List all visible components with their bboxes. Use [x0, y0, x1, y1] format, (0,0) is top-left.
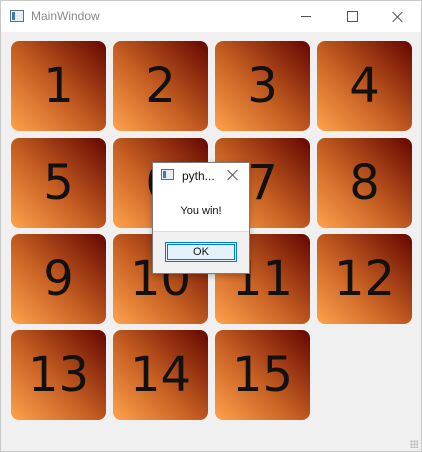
tile-4[interactable]: 4: [317, 41, 412, 131]
tile-2[interactable]: 2: [113, 41, 208, 131]
tile-1[interactable]: 1: [11, 41, 106, 131]
tile-9[interactable]: 9: [11, 234, 106, 324]
minimize-button[interactable]: [283, 1, 329, 32]
maximize-icon: [346, 11, 358, 22]
ok-button[interactable]: OK: [165, 242, 237, 262]
dialog-close-icon[interactable]: [227, 169, 239, 181]
tile-14[interactable]: 14: [113, 330, 208, 420]
minimize-icon: [301, 16, 311, 17]
dialog-body: You win!: [153, 189, 249, 231]
dialog-message: You win!: [180, 205, 222, 217]
dialog-title-bar: pyth...: [153, 163, 249, 189]
close-icon: [392, 11, 404, 23]
tile-15[interactable]: 15: [215, 330, 310, 420]
tile-8[interactable]: 8: [317, 138, 412, 228]
message-dialog: pyth... You win! OK: [152, 162, 250, 274]
maximize-button[interactable]: [329, 1, 375, 32]
tile-3[interactable]: 3: [215, 41, 310, 131]
dialog-footer: OK: [153, 231, 249, 273]
resize-grip-icon[interactable]: [410, 440, 418, 448]
window-title: MainWindow: [31, 9, 100, 23]
tile-5[interactable]: 5: [11, 138, 106, 228]
app-icon: [10, 10, 24, 22]
tile-13[interactable]: 13: [11, 330, 106, 420]
title-bar: MainWindow: [1, 1, 421, 32]
dialog-title: pyth...: [182, 169, 215, 183]
close-button[interactable]: [375, 1, 421, 32]
tile-12[interactable]: 12: [317, 234, 412, 324]
dialog-app-icon: [161, 169, 174, 180]
